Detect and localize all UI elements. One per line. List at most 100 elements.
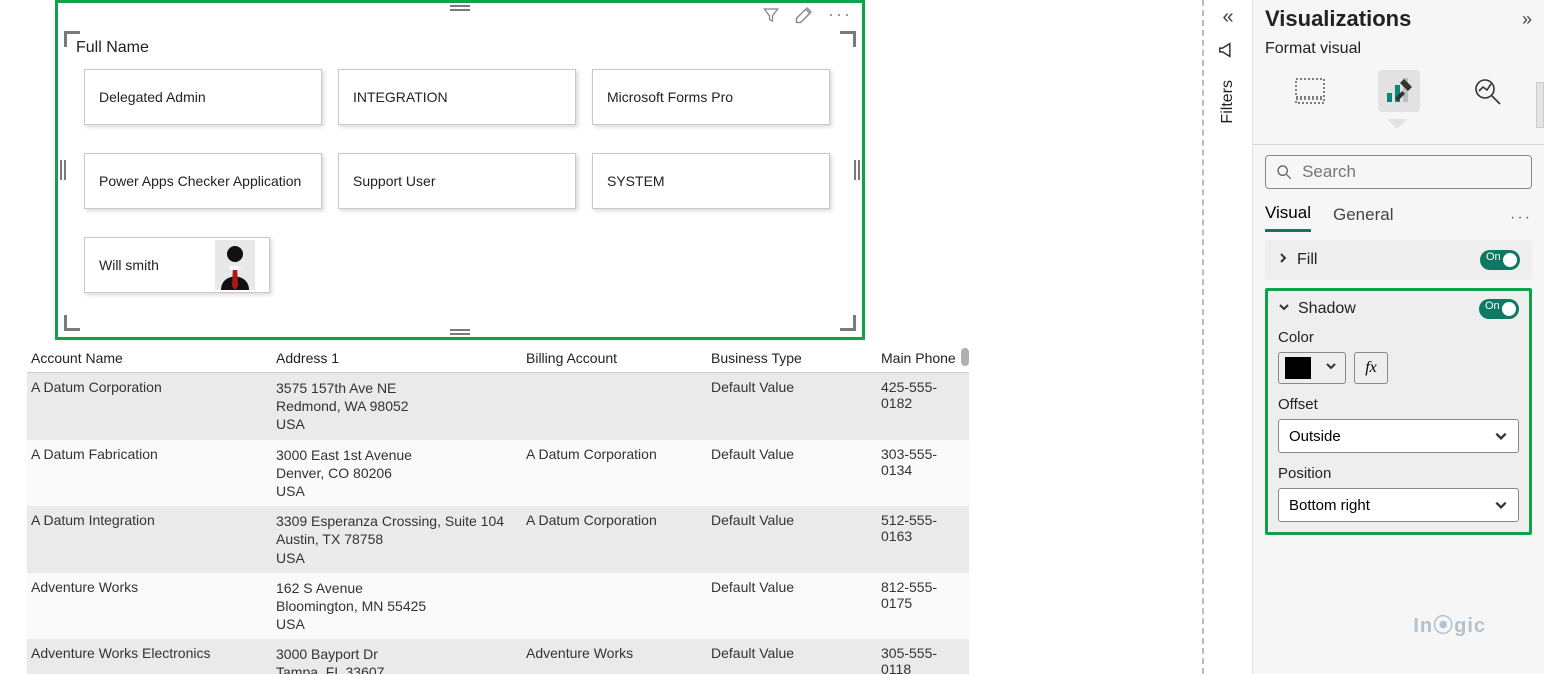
collapse-chevrons-icon[interactable]: « <box>1222 6 1233 29</box>
position-select[interactable]: Bottom right <box>1278 488 1519 522</box>
col-header[interactable]: Account Name <box>27 344 272 373</box>
resize-handle[interactable] <box>840 315 856 331</box>
slicer-tile-label: Support User <box>353 173 435 189</box>
cell-btype: Default Value <box>707 573 877 640</box>
shadow-label: Shadow <box>1298 300 1356 318</box>
cell-btype: Default Value <box>707 440 877 507</box>
col-header[interactable]: Address 1 <box>272 344 522 373</box>
clear-icon[interactable] <box>794 5 814 30</box>
cell-address: 162 S AvenueBloomington, MN 55425USA <box>272 573 522 640</box>
cell-billing: A Datum Corporation <box>522 440 707 507</box>
slicer-tile-label: Power Apps Checker Application <box>99 173 301 189</box>
slicer-tile[interactable]: Microsoft Forms Pro <box>592 69 830 125</box>
cell-phone: 512-555-0163 <box>877 506 969 573</box>
search-field[interactable] <box>1302 162 1521 182</box>
scrollbar-vertical[interactable] <box>961 348 969 366</box>
visualizations-panel: Visualizations » Format visual <box>1252 0 1544 674</box>
format-visual-icon[interactable] <box>1378 70 1420 112</box>
shadow-toggle[interactable]: On <box>1479 299 1519 319</box>
tabs-more-icon[interactable]: ··· <box>1510 209 1532 227</box>
table-row[interactable]: Adventure Works Electronics3000 Bayport … <box>27 639 969 674</box>
position-label: Position <box>1278 465 1519 482</box>
cell-phone: 425-555-0182 <box>877 373 969 440</box>
chevron-down-icon <box>1494 429 1508 443</box>
cell-address: 3000 Bayport DrTampa, FL 33607 <box>272 639 522 674</box>
build-visual-icon[interactable] <box>1289 70 1331 112</box>
offset-value: Outside <box>1289 428 1341 445</box>
slicer-tile[interactable]: INTEGRATION <box>338 69 576 125</box>
chevron-down-icon[interactable] <box>1278 300 1290 318</box>
table-row[interactable]: Adventure Works162 S AvenueBloomington, … <box>27 573 969 640</box>
slicer-tile-label: SYSTEM <box>607 173 665 189</box>
cell-address: 3000 East 1st AvenueDenver, CO 80206USA <box>272 440 522 507</box>
cell-billing <box>522 373 707 440</box>
cell-account: Adventure Works <box>27 573 272 640</box>
slicer-tile[interactable]: Support User <box>338 153 576 209</box>
slicer-tile-label: Delegated Admin <box>99 89 206 105</box>
table-row[interactable]: A Datum Fabrication3000 East 1st AvenueD… <box>27 440 969 507</box>
panel-title: Visualizations <box>1265 6 1411 32</box>
slicer-tile[interactable]: Delegated Admin <box>84 69 322 125</box>
table-row[interactable]: A Datum Corporation3575 157th Ave NERedm… <box>27 373 969 440</box>
watermark: In⦿gic <box>1413 609 1486 638</box>
fill-label: Fill <box>1297 251 1317 269</box>
analytics-icon[interactable] <box>1467 70 1509 112</box>
resize-handle[interactable] <box>450 329 470 335</box>
avatar-icon <box>215 240 255 290</box>
search-icon <box>1276 163 1292 181</box>
panel-subtitle: Format visual <box>1265 40 1532 58</box>
table-visual[interactable]: Account Name Address 1 Billing Account B… <box>27 344 969 674</box>
col-header[interactable]: Billing Account <box>522 344 707 373</box>
chevron-down-icon <box>1494 498 1508 512</box>
filter-icon[interactable] <box>762 6 780 29</box>
cell-phone: 812-555-0175 <box>877 573 969 640</box>
color-picker[interactable] <box>1278 352 1346 384</box>
cell-btype: Default Value <box>707 506 877 573</box>
announce-icon[interactable] <box>1217 39 1239 66</box>
cell-account: A Datum Fabrication <box>27 440 272 507</box>
report-canvas[interactable]: ··· Full Name Delegated Admin INTEGRATIO… <box>0 0 1202 674</box>
fill-card: Fill On <box>1265 240 1532 280</box>
collapsed-rail: « Filters <box>1204 0 1252 674</box>
fx-button[interactable]: fx <box>1354 352 1388 384</box>
slicer-tile-label: Will smith <box>99 257 159 273</box>
cell-account: A Datum Corporation <box>27 373 272 440</box>
offset-select[interactable]: Outside <box>1278 419 1519 453</box>
cell-account: A Datum Integration <box>27 506 272 573</box>
color-label: Color <box>1278 329 1519 346</box>
resize-handle[interactable] <box>854 160 860 180</box>
resize-handle[interactable] <box>64 315 80 331</box>
cell-account: Adventure Works Electronics <box>27 639 272 674</box>
resize-handle[interactable] <box>60 160 66 180</box>
side-strip <box>1536 82 1544 128</box>
cell-phone: 303-555-0134 <box>877 440 969 507</box>
cell-billing: Adventure Works <box>522 639 707 674</box>
fill-toggle[interactable]: On <box>1480 250 1520 270</box>
filters-label[interactable]: Filters <box>1219 80 1237 124</box>
cell-address: 3575 157th Ave NERedmond, WA 98052USA <box>272 373 522 440</box>
resize-handle[interactable] <box>450 5 470 11</box>
slicer-tile-label: INTEGRATION <box>353 89 448 105</box>
col-header[interactable]: Business Type <box>707 344 877 373</box>
slicer-tile[interactable]: SYSTEM <box>592 153 830 209</box>
table-row[interactable]: A Datum Integration3309 Esperanza Crossi… <box>27 506 969 573</box>
search-input[interactable] <box>1265 155 1532 189</box>
tab-visual[interactable]: Visual <box>1265 203 1311 232</box>
slicer-title: Full Name <box>76 39 149 57</box>
slicer-tile-label: Microsoft Forms Pro <box>607 89 733 105</box>
expand-chevrons-icon[interactable]: » <box>1522 9 1532 30</box>
tab-general[interactable]: General <box>1333 205 1393 231</box>
slicer-visual[interactable]: ··· Full Name Delegated Admin INTEGRATIO… <box>55 0 865 340</box>
slicer-tile[interactable]: Power Apps Checker Application <box>84 153 322 209</box>
offset-label: Offset <box>1278 396 1519 413</box>
cell-address: 3309 Esperanza Crossing, Suite 104Austin… <box>272 506 522 573</box>
cell-phone: 305-555-0118 <box>877 639 969 674</box>
cell-billing <box>522 573 707 640</box>
cell-btype: Default Value <box>707 373 877 440</box>
slicer-tile[interactable]: Will smith <box>84 237 270 293</box>
col-header[interactable]: Main Phone <box>877 344 969 373</box>
resize-handle[interactable] <box>840 31 856 47</box>
chevron-down-icon <box>1317 359 1345 377</box>
more-options-icon[interactable]: ··· <box>828 4 852 25</box>
chevron-right-icon[interactable] <box>1277 251 1289 269</box>
